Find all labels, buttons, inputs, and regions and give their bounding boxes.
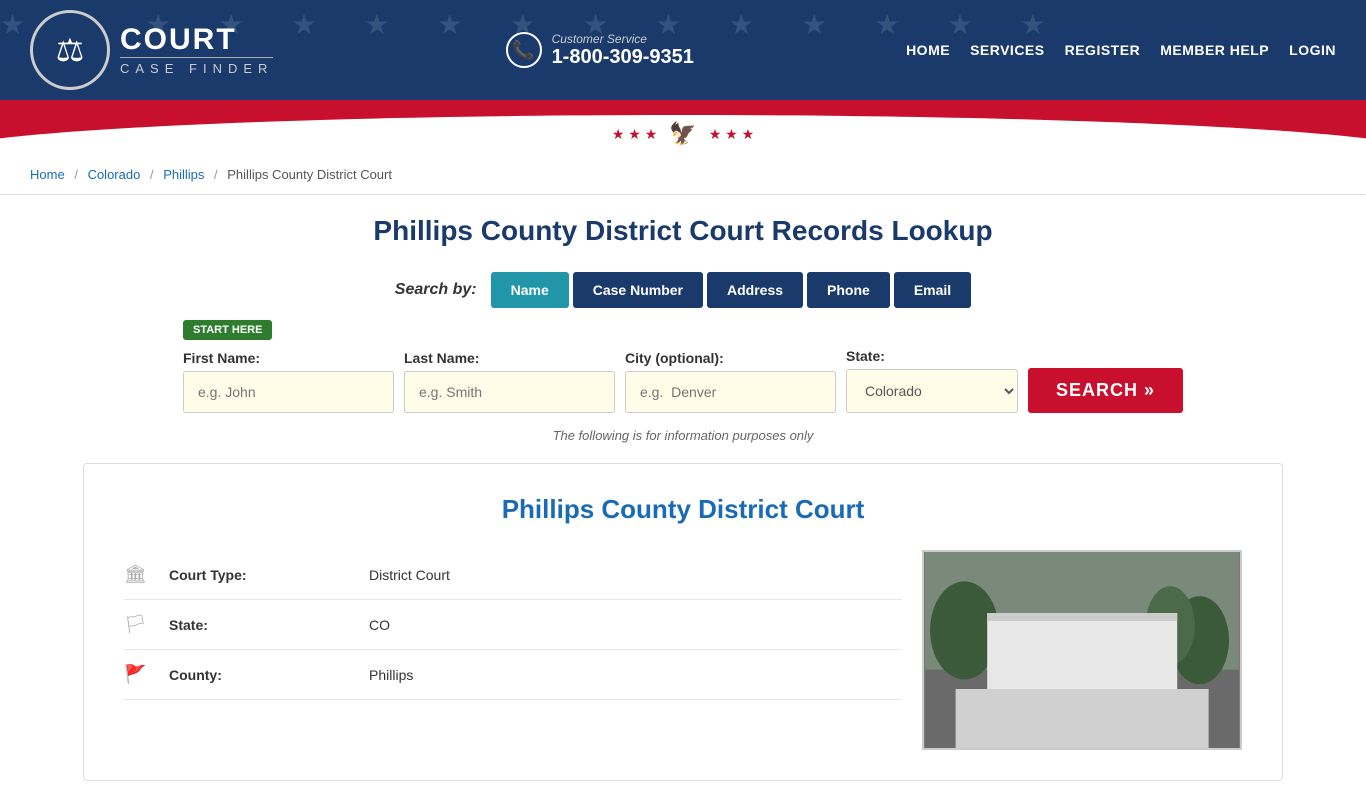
state-field-label: State: bbox=[169, 617, 369, 633]
start-here-text: START HERE bbox=[183, 320, 272, 340]
breadcrumb-colorado[interactable]: Colorado bbox=[88, 167, 141, 182]
main-content: Phillips County District Court Records L… bbox=[0, 195, 1366, 801]
court-state-row: 🏳 State: CO bbox=[124, 600, 902, 650]
site-header: COURT CASE FINDER 📞 Customer Service 1-8… bbox=[0, 0, 1366, 100]
county-field-label: County: bbox=[169, 667, 369, 683]
last-name-label: Last Name: bbox=[404, 350, 615, 366]
star-right: ★ ★ ★ bbox=[709, 126, 754, 143]
search-area: Search by: Name Case Number Address Phon… bbox=[183, 272, 1183, 443]
state-icon: 🏳 bbox=[124, 614, 154, 635]
wave-divider: ★ ★ ★ 🦅 ★ ★ ★ bbox=[0, 100, 1366, 155]
court-type-row: 🏛 Court Type: District Court bbox=[124, 550, 902, 600]
logo-badge bbox=[30, 10, 110, 90]
city-label: City (optional): bbox=[625, 350, 836, 366]
main-nav: HOME SERVICES REGISTER MEMBER HELP LOGIN bbox=[906, 42, 1336, 58]
search-form: First Name: Last Name: City (optional): … bbox=[183, 348, 1183, 413]
court-photo bbox=[922, 550, 1242, 750]
court-info-section: 🏛 Court Type: District Court 🏳 State: CO… bbox=[124, 550, 1242, 750]
breadcrumb-sep-3: / bbox=[214, 167, 218, 182]
tab-case-number[interactable]: Case Number bbox=[573, 272, 703, 308]
tab-phone[interactable]: Phone bbox=[807, 272, 890, 308]
logo-court-text: COURT bbox=[120, 25, 273, 55]
search-by-label: Search by: bbox=[395, 281, 477, 299]
logo-sub-text: CASE FINDER bbox=[120, 57, 273, 76]
state-select[interactable]: Colorado Alabama Alaska bbox=[846, 369, 1018, 413]
search-button[interactable]: SEARCH » bbox=[1028, 368, 1183, 413]
nav-home[interactable]: HOME bbox=[906, 42, 950, 58]
court-photo-area bbox=[922, 550, 1242, 750]
nav-register[interactable]: REGISTER bbox=[1065, 42, 1141, 58]
nav-services[interactable]: SERVICES bbox=[970, 42, 1045, 58]
logo-area: COURT CASE FINDER bbox=[30, 10, 273, 90]
court-type-label: Court Type: bbox=[169, 567, 369, 583]
nav-member-help[interactable]: MEMBER HELP bbox=[1160, 42, 1269, 58]
phone-icon: 📞 bbox=[506, 32, 542, 68]
city-group: City (optional): bbox=[625, 350, 836, 413]
last-name-group: Last Name: bbox=[404, 350, 615, 413]
court-photo-inner bbox=[924, 552, 1240, 748]
wave-emblem: ★ ★ ★ 🦅 ★ ★ ★ bbox=[612, 121, 754, 147]
state-label: State: bbox=[846, 348, 1018, 364]
eagle-icon: 🦅 bbox=[669, 121, 696, 147]
info-note: The following is for information purpose… bbox=[183, 428, 1183, 443]
county-icon: 🚩 bbox=[124, 664, 154, 685]
breadcrumb-phillips[interactable]: Phillips bbox=[163, 167, 204, 182]
county-field-value: Phillips bbox=[369, 667, 902, 683]
court-county-row: 🚩 County: Phillips bbox=[124, 650, 902, 700]
last-name-input[interactable] bbox=[404, 371, 615, 413]
tab-address[interactable]: Address bbox=[707, 272, 803, 308]
court-type-icon: 🏛 bbox=[124, 564, 154, 585]
state-group: State: Colorado Alabama Alaska bbox=[846, 348, 1018, 413]
breadcrumb-home[interactable]: Home bbox=[30, 167, 65, 182]
first-name-input[interactable] bbox=[183, 371, 394, 413]
court-type-value: District Court bbox=[369, 567, 902, 583]
state-field-value: CO bbox=[369, 617, 902, 633]
breadcrumb-sep-2: / bbox=[150, 167, 154, 182]
nav-login[interactable]: LOGIN bbox=[1289, 42, 1336, 58]
cs-details: Customer Service 1-800-309-9351 bbox=[552, 32, 694, 69]
star-left: ★ ★ ★ bbox=[612, 126, 657, 143]
city-input[interactable] bbox=[625, 371, 836, 413]
customer-service: 📞 Customer Service 1-800-309-9351 bbox=[506, 32, 694, 69]
first-name-group: First Name: bbox=[183, 350, 394, 413]
tab-email[interactable]: Email bbox=[894, 272, 971, 308]
search-by-row: Search by: Name Case Number Address Phon… bbox=[183, 272, 1183, 308]
tab-name[interactable]: Name bbox=[491, 272, 569, 308]
breadcrumb-current: Phillips County District Court bbox=[227, 167, 392, 182]
court-card-title: Phillips County District Court bbox=[124, 494, 1242, 525]
cs-label: Customer Service bbox=[552, 32, 694, 46]
first-name-label: First Name: bbox=[183, 350, 394, 366]
logo-text: COURT CASE FINDER bbox=[120, 25, 273, 76]
start-here-badge: START HERE bbox=[183, 320, 1183, 348]
page-title: Phillips County District Court Records L… bbox=[30, 215, 1336, 247]
cs-number: 1-800-309-9351 bbox=[552, 46, 694, 68]
breadcrumb: Home / Colorado / Phillips / Phillips Co… bbox=[0, 155, 1366, 195]
court-details-left: 🏛 Court Type: District Court 🏳 State: CO… bbox=[124, 550, 902, 750]
breadcrumb-sep-1: / bbox=[74, 167, 78, 182]
court-info-card: Phillips County District Court 🏛 Court T… bbox=[83, 463, 1283, 781]
